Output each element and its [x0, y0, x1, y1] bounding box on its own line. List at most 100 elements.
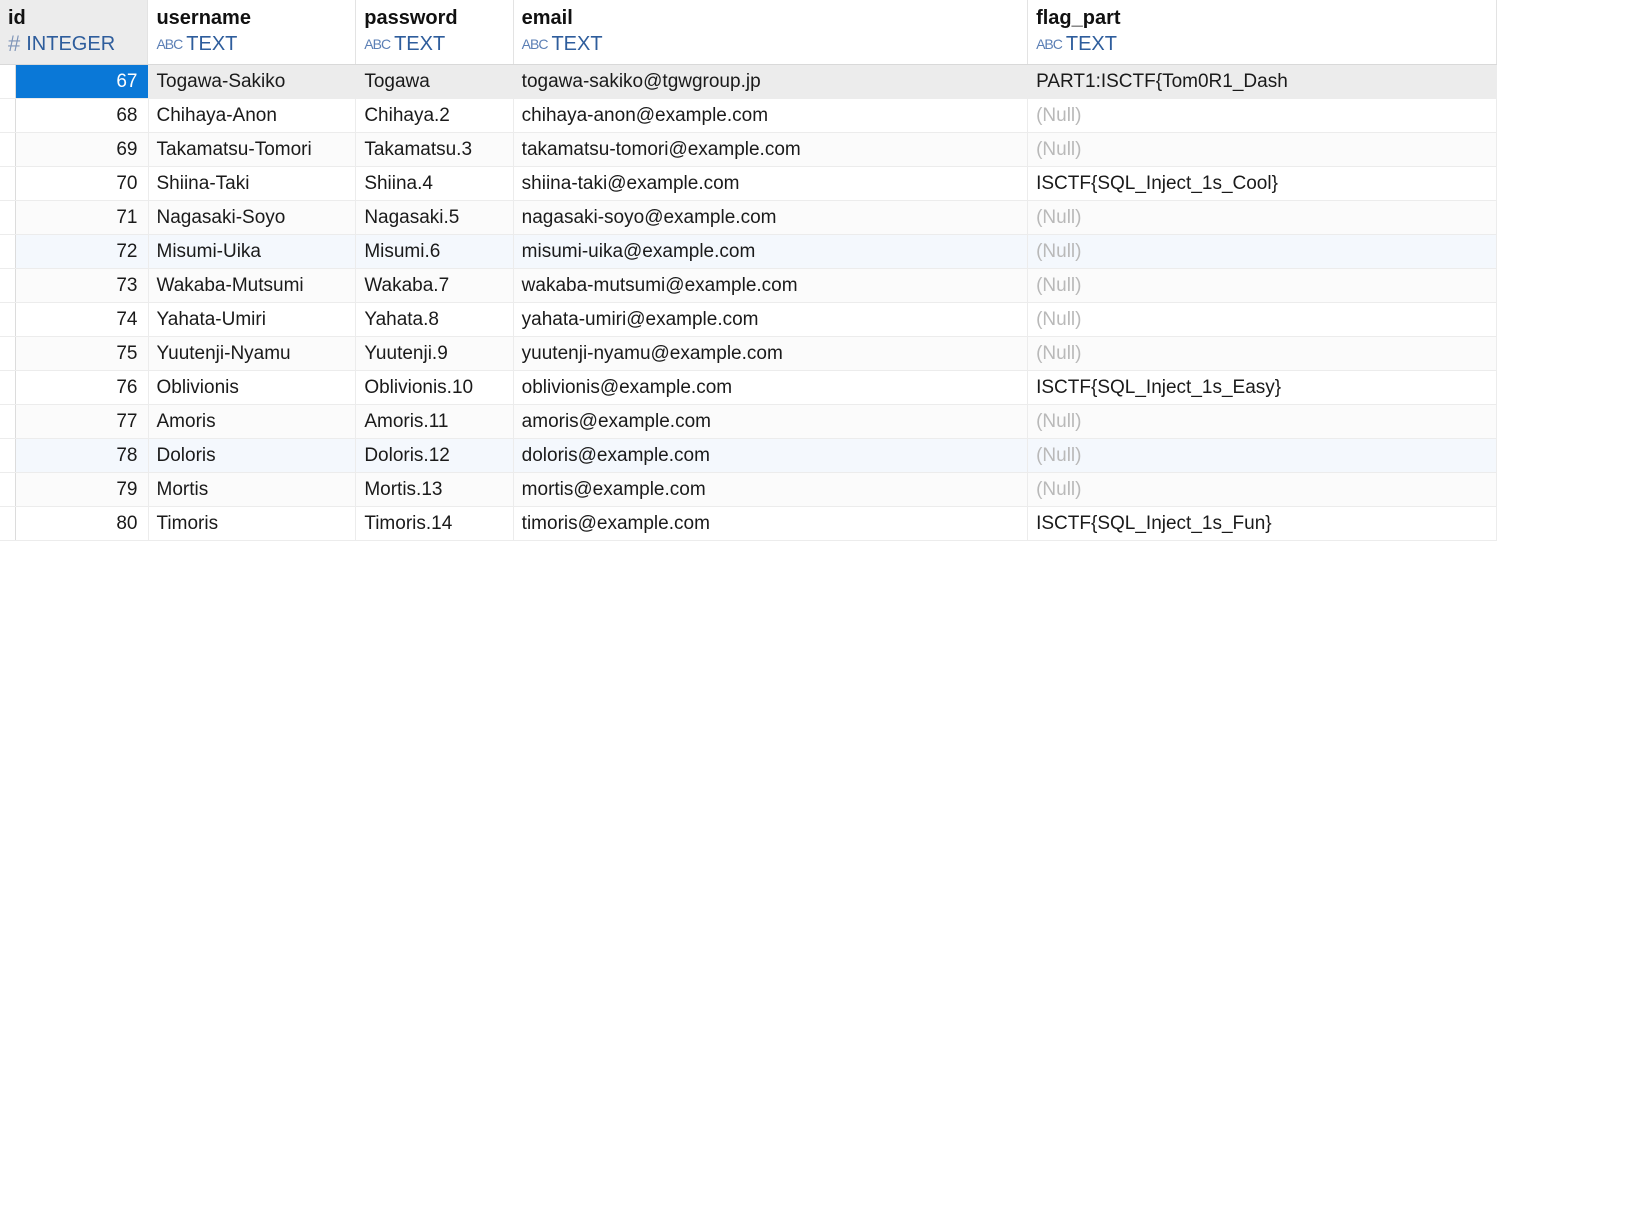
cell-password[interactable]: Shiina.4 [356, 167, 514, 200]
cell-id[interactable]: 74 [16, 303, 149, 336]
table-row[interactable]: 72 Misumi-Uika Misumi.6 misumi-uika@exam… [0, 235, 1498, 269]
cell-email[interactable]: takamatsu-tomori@example.com [514, 133, 1029, 166]
column-header-flag-part[interactable]: flag_part ABC TEXT [1028, 0, 1498, 64]
table-row[interactable]: 75 Yuutenji-Nyamu Yuutenji.9 yuutenji-ny… [0, 337, 1498, 371]
row-gutter[interactable] [0, 337, 16, 370]
cell-flag-part[interactable]: (Null) [1028, 235, 1498, 268]
cell-username[interactable]: Oblivionis [149, 371, 357, 404]
cell-password[interactable]: Nagasaki.5 [356, 201, 514, 234]
cell-email[interactable]: timoris@example.com [514, 507, 1029, 540]
row-gutter[interactable] [0, 405, 16, 438]
table-row[interactable]: 79 Mortis Mortis.13 mortis@example.com (… [0, 473, 1498, 507]
cell-id[interactable]: 80 [16, 507, 149, 540]
table-row[interactable]: 73 Wakaba-Mutsumi Wakaba.7 wakaba-mutsum… [0, 269, 1498, 303]
table-row[interactable]: 77 Amoris Amoris.11 amoris@example.com (… [0, 405, 1498, 439]
cell-password[interactable]: Takamatsu.3 [356, 133, 514, 166]
cell-flag-part[interactable]: (Null) [1028, 439, 1498, 472]
cell-id[interactable]: 69 [16, 133, 149, 166]
cell-flag-part[interactable]: (Null) [1028, 473, 1498, 506]
cell-password[interactable]: Amoris.11 [356, 405, 514, 438]
cell-email[interactable]: shiina-taki@example.com [514, 167, 1029, 200]
cell-password[interactable]: Timoris.14 [356, 507, 514, 540]
row-gutter[interactable] [0, 235, 16, 268]
cell-flag-part[interactable]: (Null) [1028, 201, 1498, 234]
cell-username[interactable]: Doloris [149, 439, 357, 472]
row-gutter[interactable] [0, 65, 16, 98]
table-row[interactable]: 68 Chihaya-Anon Chihaya.2 chihaya-anon@e… [0, 99, 1498, 133]
table-row[interactable]: 67 Togawa-Sakiko Togawa togawa-sakiko@tg… [0, 65, 1498, 99]
cell-username[interactable]: Chihaya-Anon [149, 99, 357, 132]
cell-id[interactable]: 73 [16, 269, 149, 302]
cell-username[interactable]: Shiina-Taki [149, 167, 357, 200]
row-gutter[interactable] [0, 507, 16, 540]
table-row[interactable]: 70 Shiina-Taki Shiina.4 shiina-taki@exam… [0, 167, 1498, 201]
row-gutter[interactable] [0, 201, 16, 234]
cell-username[interactable]: Yuutenji-Nyamu [149, 337, 357, 370]
table-row[interactable]: 78 Doloris Doloris.12 doloris@example.co… [0, 439, 1498, 473]
cell-id[interactable]: 68 [16, 99, 149, 132]
cell-username[interactable]: Misumi-Uika [149, 235, 357, 268]
cell-username[interactable]: Amoris [149, 405, 357, 438]
row-gutter[interactable] [0, 303, 16, 336]
cell-email[interactable]: chihaya-anon@example.com [514, 99, 1029, 132]
cell-username[interactable]: Wakaba-Mutsumi [149, 269, 357, 302]
cell-email[interactable]: togawa-sakiko@tgwgroup.jp [514, 65, 1029, 98]
cell-id[interactable]: 70 [16, 167, 149, 200]
cell-id[interactable]: 67 [15, 65, 149, 98]
cell-flag-part[interactable]: (Null) [1028, 269, 1498, 302]
cell-id[interactable]: 75 [16, 337, 149, 370]
row-gutter[interactable] [0, 99, 16, 132]
cell-password[interactable]: Wakaba.7 [356, 269, 514, 302]
cell-flag-part[interactable]: (Null) [1028, 405, 1498, 438]
column-header-username[interactable]: username ABC TEXT [148, 0, 357, 64]
cell-email[interactable]: doloris@example.com [514, 439, 1029, 472]
cell-email[interactable]: yahata-umiri@example.com [514, 303, 1029, 336]
row-gutter[interactable] [0, 439, 16, 472]
cell-password[interactable]: Mortis.13 [356, 473, 514, 506]
cell-username[interactable]: Nagasaki-Soyo [149, 201, 357, 234]
cell-flag-part[interactable]: (Null) [1028, 303, 1498, 336]
cell-email[interactable]: nagasaki-soyo@example.com [514, 201, 1029, 234]
cell-password[interactable]: Yahata.8 [356, 303, 514, 336]
cell-id[interactable]: 72 [16, 235, 149, 268]
cell-email[interactable]: misumi-uika@example.com [514, 235, 1029, 268]
cell-password[interactable]: Doloris.12 [356, 439, 514, 472]
column-header-password[interactable]: password ABC TEXT [356, 0, 514, 64]
cell-username[interactable]: Togawa-Sakiko [149, 65, 357, 98]
cell-flag-part[interactable]: ISCTF{SQL_Inject_1s_Easy} [1028, 371, 1498, 404]
table-row[interactable]: 71 Nagasaki-Soyo Nagasaki.5 nagasaki-soy… [0, 201, 1498, 235]
table-row[interactable]: 76 Oblivionis Oblivionis.10 oblivionis@e… [0, 371, 1498, 405]
row-gutter[interactable] [0, 473, 16, 506]
row-gutter[interactable] [0, 371, 16, 404]
cell-password[interactable]: Yuutenji.9 [356, 337, 514, 370]
cell-email[interactable]: mortis@example.com [514, 473, 1029, 506]
cell-password[interactable]: Oblivionis.10 [356, 371, 514, 404]
cell-email[interactable]: amoris@example.com [514, 405, 1029, 438]
cell-id[interactable]: 76 [16, 371, 149, 404]
cell-password[interactable]: Chihaya.2 [356, 99, 514, 132]
cell-flag-part[interactable]: ISCTF{SQL_Inject_1s_Fun} [1028, 507, 1498, 540]
cell-flag-part[interactable]: PART1:ISCTF{Tom0R1_Dash [1028, 65, 1498, 98]
cell-flag-part[interactable]: ISCTF{SQL_Inject_1s_Cool} [1028, 167, 1498, 200]
cell-flag-part[interactable]: (Null) [1028, 99, 1498, 132]
cell-email[interactable]: oblivionis@example.com [514, 371, 1029, 404]
cell-password[interactable]: Misumi.6 [356, 235, 514, 268]
cell-id[interactable]: 71 [16, 201, 149, 234]
table-row[interactable]: 69 Takamatsu-Tomori Takamatsu.3 takamats… [0, 133, 1498, 167]
table-row[interactable]: 80 Timoris Timoris.14 timoris@example.co… [0, 507, 1498, 541]
cell-username[interactable]: Timoris [149, 507, 357, 540]
column-header-id[interactable]: id # INTEGER [0, 0, 149, 64]
cell-username[interactable]: Yahata-Umiri [149, 303, 357, 336]
column-header-email[interactable]: email ABC TEXT [514, 0, 1029, 64]
cell-username[interactable]: Mortis [149, 473, 357, 506]
cell-id[interactable]: 77 [16, 405, 149, 438]
cell-id[interactable]: 79 [16, 473, 149, 506]
table-row[interactable]: 74 Yahata-Umiri Yahata.8 yahata-umiri@ex… [0, 303, 1498, 337]
cell-flag-part[interactable]: (Null) [1028, 133, 1498, 166]
cell-email[interactable]: wakaba-mutsumi@example.com [514, 269, 1029, 302]
cell-email[interactable]: yuutenji-nyamu@example.com [514, 337, 1029, 370]
cell-username[interactable]: Takamatsu-Tomori [149, 133, 357, 166]
cell-password[interactable]: Togawa [356, 65, 514, 98]
cell-flag-part[interactable]: (Null) [1028, 337, 1498, 370]
row-gutter[interactable] [0, 167, 16, 200]
